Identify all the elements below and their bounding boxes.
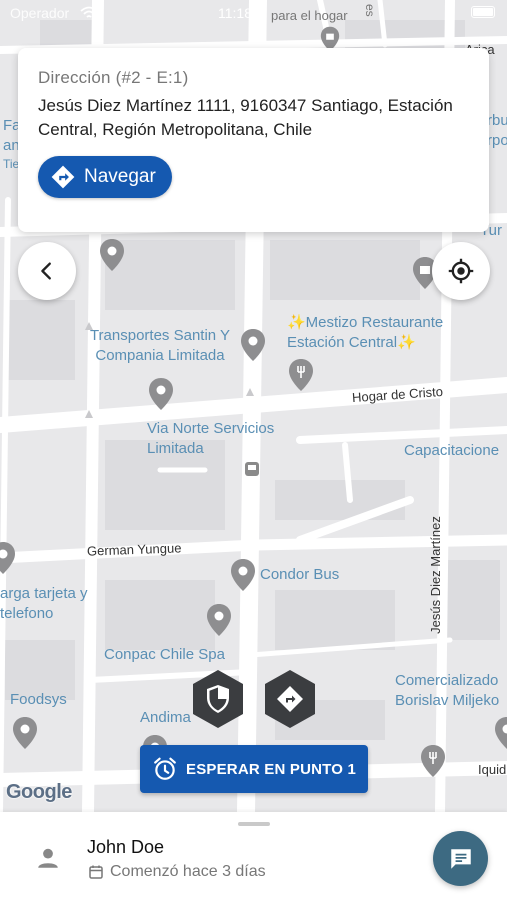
map-pin-icon[interactable] bbox=[206, 603, 232, 637]
my-location-icon bbox=[448, 258, 474, 284]
wait-at-point-button[interactable]: ESPERAR EN PUNTO 1 bbox=[140, 745, 368, 793]
chevron-left-icon bbox=[41, 262, 51, 280]
map-pin-icon[interactable] bbox=[230, 558, 256, 592]
poi-label-transportes[interactable]: Transportes Santin Y Compania Limitada bbox=[84, 326, 236, 366]
address-label: Dirección (#2 - E:1) bbox=[38, 68, 189, 87]
carrier-label: Operador bbox=[10, 5, 70, 21]
wait-button-label: ESPERAR EN PUNTO 1 bbox=[185, 760, 357, 778]
poi-label-rpo: rpo bbox=[487, 132, 507, 149]
security-button[interactable] bbox=[190, 668, 246, 730]
navigate-label: Navegar bbox=[84, 166, 156, 187]
poi-label-foodsys[interactable]: Foodsys bbox=[10, 690, 67, 710]
clock: 11:18 bbox=[218, 5, 252, 21]
battery-icon bbox=[471, 6, 495, 18]
poi-label-liquid: Iquid bbox=[478, 762, 507, 777]
directions-icon bbox=[51, 165, 75, 189]
started-info: Comenzó hace 3 días bbox=[88, 863, 266, 881]
started-text: Comenzó hace 3 días bbox=[110, 863, 266, 880]
calendar-icon bbox=[89, 865, 103, 879]
map-pin-icon[interactable] bbox=[12, 716, 38, 750]
navigate-button[interactable]: Navegar bbox=[38, 156, 172, 198]
map-pin-icon[interactable] bbox=[494, 716, 507, 750]
poi-label-tie: Tie bbox=[3, 157, 20, 171]
route-button[interactable] bbox=[262, 668, 318, 730]
poi-label-via-norte[interactable]: Via Norte Servicios Limitada bbox=[147, 419, 287, 459]
chat-button[interactable] bbox=[433, 831, 488, 886]
poi-label-condor-bus[interactable]: Condor Bus bbox=[260, 565, 339, 585]
street-label-jesus-diez: Jesús Diez Martínez bbox=[428, 516, 443, 634]
drag-handle[interactable] bbox=[238, 822, 270, 826]
back-button[interactable] bbox=[18, 242, 76, 300]
map-pin-icon[interactable] bbox=[0, 541, 16, 575]
restaurant-pin-icon[interactable] bbox=[420, 744, 446, 778]
map-pin-icon[interactable] bbox=[240, 328, 266, 362]
poi-label-conpac[interactable]: Conpac Chile Spa bbox=[104, 645, 225, 665]
chat-icon bbox=[450, 848, 471, 869]
wifi-icon bbox=[80, 6, 98, 18]
address-card: Dirección (#2 - E:1) Jesús Diez Martínez… bbox=[18, 48, 489, 232]
poi-label-comercializado[interactable]: Comercializado Borislav Miljeko bbox=[395, 671, 507, 711]
map-pin-icon[interactable] bbox=[99, 238, 125, 272]
alarm-clock-icon bbox=[154, 757, 176, 780]
poi-label-capacitacione[interactable]: Capacitacione bbox=[404, 441, 499, 461]
restaurant-pin-icon[interactable] bbox=[288, 358, 314, 392]
user-name: John Doe bbox=[87, 837, 165, 857]
my-location-button[interactable] bbox=[432, 242, 490, 300]
person-icon bbox=[38, 848, 58, 868]
poi-label-carga-tarjeta[interactable]: arga tarjeta y telefono bbox=[0, 584, 88, 624]
poi-label-mestizo[interactable]: ✨Mestizo Restaurante Estación Central✨ bbox=[287, 313, 467, 353]
poi-label-rbu: rbu bbox=[487, 112, 507, 129]
poi-label-andima[interactable]: Andima bbox=[140, 708, 191, 728]
status-bar: Operador 11:18 bbox=[0, 0, 507, 28]
map-pin-icon[interactable] bbox=[148, 377, 174, 411]
bottom-sheet[interactable]: John Doe Comenzó hace 3 días bbox=[0, 812, 507, 900]
street-label-german-yungue: German Yungue bbox=[86, 540, 182, 559]
google-logo: Google bbox=[6, 781, 72, 803]
address-text: Jesús Diez Martínez 1111, 9160347 Santia… bbox=[38, 96, 453, 139]
